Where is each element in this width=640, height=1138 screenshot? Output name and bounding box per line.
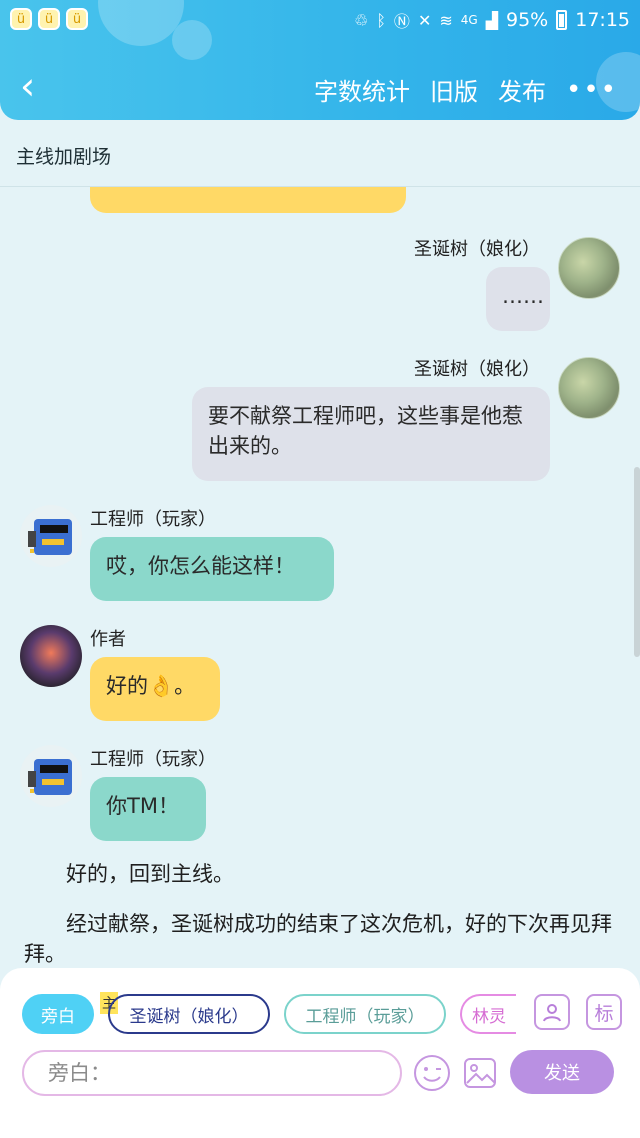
role-selector: 旁白 主 圣诞树（娘化） 工程师（玩家） 林灵 标	[0, 992, 640, 1038]
engineer-avatar-art	[28, 519, 72, 555]
status-bar: ü ü ü ♲ ᛒ Ⓝ ✕ ≋ 4G ▟ 95% 17:15	[0, 0, 640, 40]
network-type: 4G	[460, 13, 478, 27]
more-icon[interactable]: •••	[566, 75, 618, 105]
speaker-name: 工程师（玩家）	[90, 509, 216, 530]
bluetooth-icon: ᛒ	[376, 10, 386, 30]
battery-icon	[556, 10, 568, 30]
narration-text: 好的，回到主线。	[66, 862, 234, 886]
wifi-icon: ≋	[439, 10, 453, 30]
signal-icon: ▟	[485, 10, 498, 30]
send-button[interactable]: 发送	[510, 1050, 614, 1094]
author-avatar[interactable]	[20, 625, 82, 687]
message-bubble: 你TM！	[90, 777, 206, 841]
speaker-name: 圣诞树（娘化）	[414, 359, 540, 380]
role-engineer-button[interactable]: 工程师（玩家）	[284, 994, 446, 1034]
add-role-icon[interactable]	[534, 994, 570, 1030]
role-linling-button[interactable]: 林灵	[460, 994, 516, 1034]
message-bubble: 要不献祭工程师吧，这些事是他惹出来的。	[192, 387, 550, 481]
message-input[interactable]: 旁白：	[22, 1050, 402, 1096]
clock: 17:15	[575, 9, 630, 31]
app-notification-icon: ü	[38, 8, 60, 30]
speaker-name: 工程师（玩家）	[90, 749, 216, 770]
nfc-icon: Ⓝ	[393, 12, 410, 31]
tag-button[interactable]: 标	[586, 994, 622, 1030]
image-icon[interactable]	[460, 1053, 500, 1093]
word-count-button[interactable]: 字数统计	[314, 72, 410, 107]
app-header: ü ü ü ♲ ᛒ Ⓝ ✕ ≋ 4G ▟ 95% 17:15 ‹ 字数统计 旧版…	[0, 0, 640, 120]
christmas-tree-avatar[interactable]	[558, 357, 620, 419]
mute-icon: ✕	[417, 10, 432, 30]
app-notification-icon: ü	[10, 8, 32, 30]
message-bubble-clipped	[90, 187, 406, 213]
message-bubble: 哎，你怎么能这样！	[90, 537, 334, 601]
speaker-name: 圣诞树（娘化）	[414, 239, 540, 260]
engineer-avatar-art	[28, 759, 72, 795]
message-bubble: 好的👌。	[90, 657, 220, 721]
battery-percent: 95%	[506, 9, 549, 31]
compose-panel: 旁白 主 圣诞树（娘化） 工程师（玩家） 林灵 标 旁白： 发送	[0, 968, 640, 1138]
emoji-icon[interactable]	[412, 1053, 452, 1093]
story-title: 主线加剧场	[16, 146, 112, 168]
engineer-avatar[interactable]	[20, 745, 82, 807]
role-christmas-tree-button[interactable]: 圣诞树（娘化）	[108, 994, 270, 1034]
app-notification-icon: ü	[66, 8, 88, 30]
narration-text: 经过献祭，圣诞树成功的结束了这次危机，好的下次再见拜拜。	[24, 912, 612, 966]
speaker-name: 作者	[90, 629, 126, 650]
publish-button[interactable]: 发布	[498, 72, 546, 107]
chat-area[interactable]: 圣诞树（娘化） …… 圣诞树（娘化） 要不献祭工程师吧，这些事是他惹出来的。 工…	[0, 187, 640, 969]
christmas-tree-avatar[interactable]	[558, 237, 620, 299]
scrollbar[interactable]	[634, 467, 640, 657]
input-row: 旁白： 发送	[0, 1050, 640, 1098]
back-chevron-icon[interactable]: ‹	[20, 66, 35, 106]
message-bubble: ……	[486, 267, 550, 331]
top-nav: ‹ 字数统计 旧版 发布 •••	[0, 62, 640, 112]
engineer-avatar[interactable]	[20, 505, 82, 567]
recycle-icon: ♲	[353, 10, 369, 30]
old-version-button[interactable]: 旧版	[430, 72, 478, 107]
role-narrator-button[interactable]: 旁白	[22, 994, 94, 1034]
